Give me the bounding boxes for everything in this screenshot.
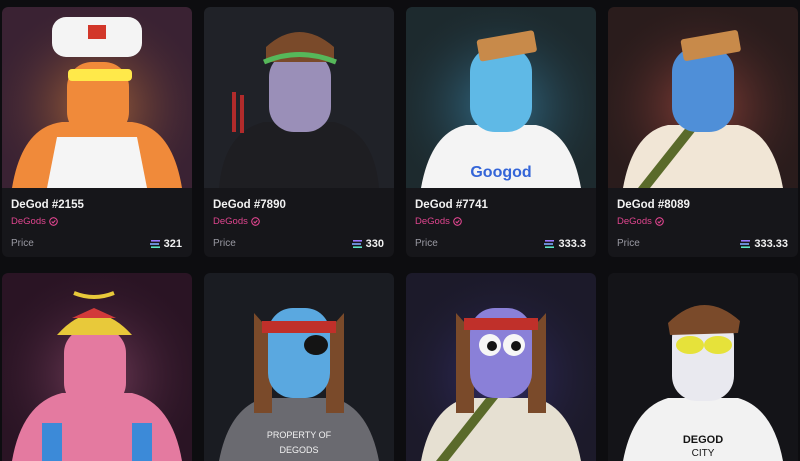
nft-card[interactable]: DeGod #2155 DeGods Price 321 (2, 7, 192, 257)
nft-card[interactable] (2, 273, 192, 461)
svg-text:DEGOD: DEGOD (683, 434, 723, 446)
price-amount: 333.33 (754, 238, 788, 250)
price-amount: 333.3 (558, 238, 586, 250)
nft-image[interactable]: DEGOD CITY (608, 273, 798, 461)
nft-title[interactable]: DeGod #7741 (415, 199, 488, 211)
verified-check-icon (655, 217, 664, 226)
nft-title[interactable]: DeGod #2155 (11, 199, 84, 211)
nft-card[interactable]: DEGOD CITY (608, 273, 798, 461)
nft-image[interactable] (204, 7, 394, 188)
price-value: 330 (351, 238, 384, 250)
sol-icon (149, 240, 160, 248)
nft-image[interactable]: Googod (406, 7, 596, 188)
collection-label: DeGods (415, 216, 450, 227)
svg-text:Googod: Googod (470, 164, 531, 181)
price-label: Price (617, 238, 640, 249)
sol-icon (740, 240, 751, 248)
collection-label: DeGods (213, 216, 248, 227)
svg-text:CITY: CITY (692, 448, 715, 459)
verified-check-icon (453, 217, 462, 226)
nft-title[interactable]: DeGod #8089 (617, 199, 690, 211)
price-value: 333.33 (740, 238, 788, 250)
verified-check-icon (251, 217, 260, 226)
collection-name[interactable]: DeGods (415, 216, 462, 227)
svg-text:PROPERTY OF: PROPERTY OF (267, 430, 332, 440)
verified-check-icon (49, 217, 58, 226)
price-label: Price (11, 238, 34, 249)
nft-image[interactable] (2, 273, 192, 461)
collection-name[interactable]: DeGods (11, 216, 58, 227)
price-value: 321 (149, 238, 182, 250)
nft-card[interactable]: DeGod #7890 DeGods Price 330 (204, 7, 394, 257)
nft-card[interactable] (406, 273, 596, 461)
nft-image[interactable] (406, 273, 596, 461)
price-value: 333.3 (544, 238, 586, 250)
price-amount: 321 (163, 238, 182, 250)
nft-card[interactable]: Googod DeGod #7741 DeGods Price 333.3 (406, 7, 596, 257)
nft-image[interactable] (608, 7, 798, 188)
svg-text:DEGODS: DEGODS (279, 445, 318, 455)
collection-label: DeGods (11, 216, 46, 227)
collection-name[interactable]: DeGods (213, 216, 260, 227)
sol-icon (351, 240, 362, 248)
nft-card[interactable]: DeGod #8089 DeGods Price 333.33 (608, 7, 798, 257)
collection-label: DeGods (617, 216, 652, 227)
nft-title[interactable]: DeGod #7890 (213, 199, 286, 211)
collection-name[interactable]: DeGods (617, 216, 664, 227)
price-label: Price (213, 238, 236, 249)
nft-image[interactable] (2, 7, 192, 188)
nft-card[interactable]: PROPERTY OF DEGODS (204, 273, 394, 461)
nft-image[interactable]: PROPERTY OF DEGODS (204, 273, 394, 461)
price-label: Price (415, 238, 438, 249)
sol-icon (544, 240, 555, 248)
price-amount: 330 (365, 238, 384, 250)
